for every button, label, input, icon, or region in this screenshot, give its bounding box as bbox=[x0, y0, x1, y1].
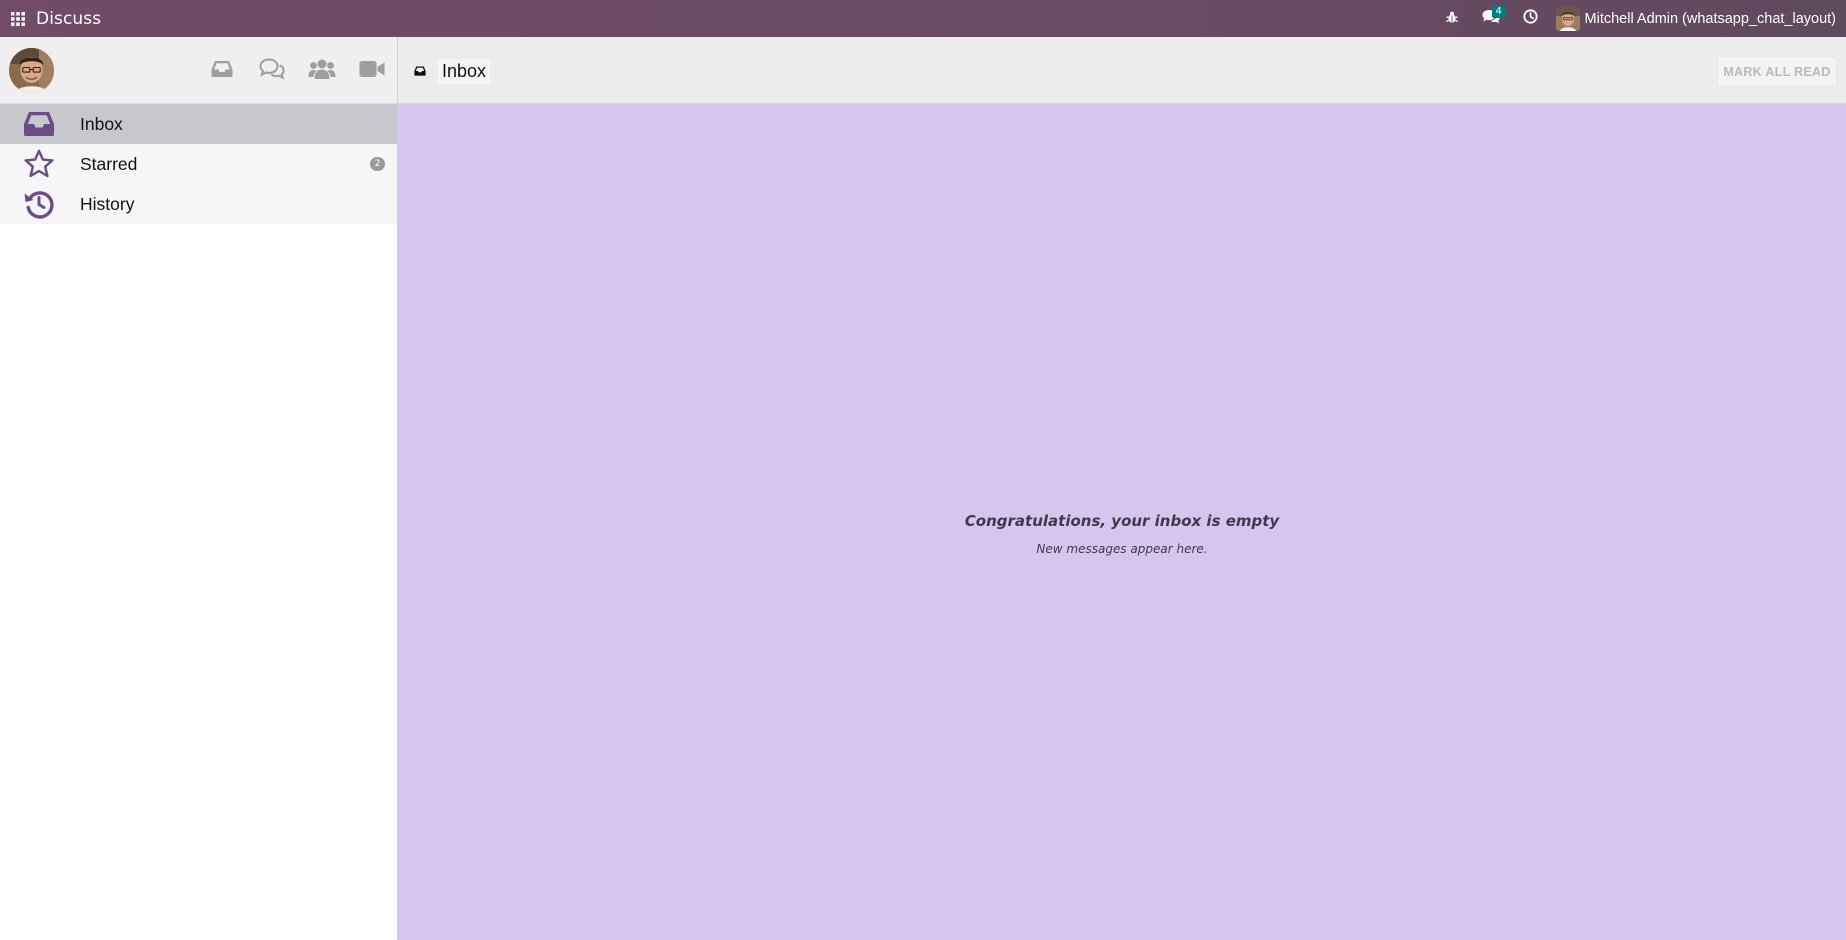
messaging-menu-button[interactable]: 4 bbox=[1470, 0, 1512, 37]
mailbox-list: Inbox Starred 2 History bbox=[0, 104, 397, 224]
sidebar-item-starred[interactable]: Starred 2 bbox=[0, 144, 397, 184]
thread-header: Inbox MARK ALL READ bbox=[398, 37, 1846, 104]
user-menu-button[interactable]: Mitchell Admin (whatsapp_chat_layout) bbox=[1550, 0, 1846, 37]
user-name: Mitchell Admin (whatsapp_chat_layout) bbox=[1584, 10, 1836, 27]
user-avatar bbox=[1555, 6, 1580, 31]
empty-inbox-message: Congratulations, your inbox is empty New… bbox=[398, 512, 1846, 556]
apps-grid-icon bbox=[11, 11, 25, 26]
sidebar-tools bbox=[197, 37, 397, 104]
apps-menu-button[interactable] bbox=[0, 0, 36, 37]
channels-tool-button[interactable] bbox=[297, 37, 347, 104]
meeting-tool-button[interactable] bbox=[347, 37, 397, 104]
discuss-sidebar: Inbox Starred 2 History bbox=[0, 37, 398, 940]
thread-view: Inbox MARK ALL READ Congratulations, you… bbox=[398, 37, 1846, 940]
inbox-tool-button[interactable] bbox=[197, 37, 247, 104]
history-icon bbox=[0, 184, 80, 224]
video-camera-icon bbox=[359, 60, 385, 82]
sidebar-item-label: Inbox bbox=[80, 113, 123, 134]
app-title[interactable]: Discuss bbox=[36, 9, 101, 29]
clock-icon bbox=[1523, 9, 1538, 28]
top-navbar: Discuss 4 Mitchell Admin (whatsapp_chat_… bbox=[0, 0, 1846, 37]
navbar-systray: 4 Mitchell Admin (whatsapp_chat_layout) bbox=[1434, 0, 1846, 37]
mark-all-read-button[interactable]: MARK ALL READ bbox=[1717, 56, 1837, 87]
sidebar-item-inbox[interactable]: Inbox bbox=[0, 104, 397, 144]
starred-count-badge: 2 bbox=[370, 157, 385, 171]
debug-menu-button[interactable] bbox=[1434, 0, 1470, 37]
sidebar-header bbox=[0, 37, 397, 104]
sidebar-item-label: History bbox=[80, 193, 135, 214]
empty-subtitle: New messages appear here. bbox=[1036, 542, 1208, 556]
star-icon bbox=[0, 144, 80, 184]
my-avatar[interactable] bbox=[9, 48, 54, 93]
unread-messages-badge: 4 bbox=[1491, 6, 1506, 18]
sidebar-item-label: Starred bbox=[80, 153, 138, 174]
inbox-icon bbox=[410, 66, 430, 76]
bug-icon bbox=[1445, 9, 1458, 28]
chats-tool-button[interactable] bbox=[247, 37, 297, 104]
chat-bubbles-icon bbox=[259, 57, 285, 84]
sidebar-item-history[interactable]: History bbox=[0, 184, 397, 224]
thread-title: Inbox bbox=[410, 56, 495, 86]
message-list: Congratulations, your inbox is empty New… bbox=[398, 104, 1846, 940]
users-icon bbox=[308, 58, 336, 84]
inbox-icon bbox=[0, 104, 80, 144]
empty-title: Congratulations, your inbox is empty bbox=[964, 512, 1280, 530]
thread-title-text: Inbox bbox=[438, 58, 491, 84]
activity-menu-button[interactable] bbox=[1512, 0, 1550, 37]
inbox-icon bbox=[211, 60, 233, 82]
